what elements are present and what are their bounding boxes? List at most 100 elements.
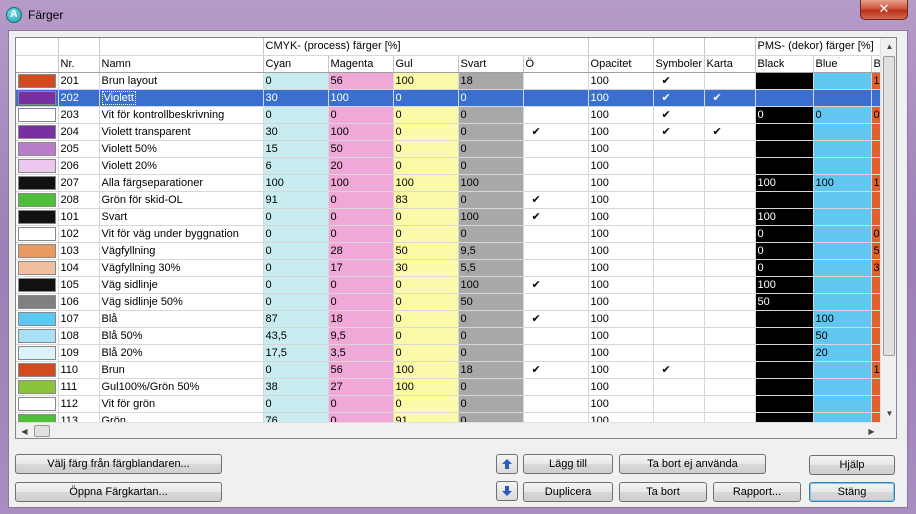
cell-m[interactable]: 3,5	[328, 344, 394, 362]
scroll-left-icon[interactable]: ◀	[16, 423, 33, 438]
cell-pb[interactable]	[755, 72, 814, 90]
cell-pb[interactable]: 100	[755, 174, 814, 192]
cell-y[interactable]: 100	[393, 72, 459, 90]
cell-pbl[interactable]	[813, 191, 872, 209]
cell-pbr[interactable]: 1	[871, 361, 880, 379]
cell-op[interactable]: 100	[588, 174, 654, 192]
cell-sym[interactable]	[653, 395, 705, 413]
cell-op[interactable]: 100	[588, 259, 654, 277]
cell-sym[interactable]	[653, 378, 705, 396]
cell-m[interactable]: 56	[328, 72, 394, 90]
table-row[interactable]: 108 Blå 50% 43,5 9,5 0 0 100 50	[16, 327, 880, 345]
cell-map[interactable]	[704, 327, 756, 345]
column-header[interactable]: Symboler	[653, 55, 705, 73]
cell-o[interactable]	[523, 378, 589, 396]
cell-pbl[interactable]	[813, 123, 872, 141]
color-swatch-cell[interactable]	[16, 106, 59, 124]
cell-y[interactable]: 83	[393, 191, 459, 209]
cell-o[interactable]	[523, 106, 589, 124]
column-header[interactable]: Black	[755, 55, 814, 73]
cell-pbr[interactable]	[871, 395, 880, 413]
cell-op[interactable]: 100	[588, 310, 654, 328]
cell-pb[interactable]: 100	[755, 208, 814, 226]
cell-name[interactable]: Grön för skid-OL	[99, 191, 264, 209]
cell-o[interactable]	[523, 412, 589, 422]
cell-name[interactable]: Blå 50%	[99, 327, 264, 345]
cell-k[interactable]: 0	[458, 378, 524, 396]
cell-nr[interactable]: 108	[58, 327, 100, 345]
cell-pb[interactable]	[755, 361, 814, 379]
cell-map[interactable]	[704, 174, 756, 192]
column-header[interactable]: B	[871, 55, 880, 73]
cell-sym[interactable]	[653, 174, 705, 192]
cell-name[interactable]: Vit för grön	[99, 395, 264, 413]
cell-nr[interactable]: 109	[58, 344, 100, 362]
cell-k[interactable]: 0	[458, 412, 524, 422]
cell-pb[interactable]: 0	[755, 259, 814, 277]
cell-nr[interactable]: 206	[58, 157, 100, 175]
cell-name[interactable]: Blå	[99, 310, 264, 328]
cell-c[interactable]: 0	[263, 293, 329, 311]
cell-sym[interactable]	[653, 293, 705, 311]
table-row[interactable]: 203 Vit för kontrollbeskrivning 0 0 0 0 100 ✔ 0 0…	[16, 106, 880, 124]
cell-pbl[interactable]	[813, 293, 872, 311]
cell-m[interactable]: 100	[328, 174, 394, 192]
cell-name[interactable]: Vägfyllning	[99, 242, 264, 260]
color-swatch-cell[interactable]	[16, 140, 59, 158]
cell-pb[interactable]: 50	[755, 293, 814, 311]
cell-o[interactable]	[523, 174, 589, 192]
cell-sym[interactable]	[653, 276, 705, 294]
cell-c[interactable]: 0	[263, 242, 329, 260]
cell-op[interactable]: 100	[588, 242, 654, 260]
table-row[interactable]: 208 Grön för skid-OL 91 0 83 0 ✔ 100	[16, 191, 880, 209]
cell-sym[interactable]	[653, 191, 705, 209]
open-color-map-button[interactable]: Öppna Färgkartan...	[15, 482, 222, 502]
cell-pbr[interactable]: 0	[871, 225, 880, 243]
cell-y[interactable]: 100	[393, 361, 459, 379]
cell-m[interactable]: 0	[328, 412, 394, 422]
color-swatch-cell[interactable]	[16, 327, 59, 345]
cell-nr[interactable]: 112	[58, 395, 100, 413]
cell-nr[interactable]: 202	[58, 89, 100, 107]
cell-pbl[interactable]	[813, 225, 872, 243]
cell-pbl[interactable]	[813, 259, 872, 277]
cell-sym[interactable]	[653, 310, 705, 328]
cell-k[interactable]: 100	[458, 276, 524, 294]
report-button[interactable]: Rapport...	[713, 482, 801, 502]
cell-m[interactable]: 56	[328, 361, 394, 379]
cell-map[interactable]	[704, 242, 756, 260]
cell-pb[interactable]	[755, 140, 814, 158]
cell-sym[interactable]: ✔	[653, 72, 705, 90]
color-swatch-cell[interactable]	[16, 310, 59, 328]
pick-from-mixer-button[interactable]: Välj färg från färgblandaren...	[15, 454, 222, 474]
cell-pbr[interactable]: 1	[871, 72, 880, 90]
cell-name[interactable]: Vägfyllning 30%	[99, 259, 264, 277]
cell-op[interactable]: 100	[588, 395, 654, 413]
cell-pbl[interactable]	[813, 208, 872, 226]
cell-map[interactable]	[704, 378, 756, 396]
cell-k[interactable]: 0	[458, 140, 524, 158]
cell-map[interactable]	[704, 310, 756, 328]
cell-c[interactable]: 0	[263, 225, 329, 243]
cell-o[interactable]	[523, 259, 589, 277]
table-row[interactable]: 111 Gul100%/Grön 50% 38 27 100 0 100	[16, 378, 880, 396]
cell-pbl[interactable]	[813, 89, 872, 107]
cell-pbl[interactable]	[813, 72, 872, 90]
cell-pbr[interactable]: 5	[871, 242, 880, 260]
cell-map[interactable]	[704, 344, 756, 362]
cell-map[interactable]	[704, 157, 756, 175]
cell-nr[interactable]: 207	[58, 174, 100, 192]
cell-pbr[interactable]	[871, 327, 880, 345]
cell-o[interactable]	[523, 242, 589, 260]
cell-pbr[interactable]	[871, 276, 880, 294]
cell-pbl[interactable]	[813, 395, 872, 413]
table-row[interactable]: 106 Väg sidlinje 50% 0 0 0 50 100 50	[16, 293, 880, 311]
horizontal-scrollbar[interactable]: ◀ ▶	[16, 422, 880, 438]
color-swatch-cell[interactable]	[16, 208, 59, 226]
cell-op[interactable]: 100	[588, 89, 654, 107]
cell-m[interactable]: 27	[328, 378, 394, 396]
cell-c[interactable]: 43,5	[263, 327, 329, 345]
cell-map[interactable]	[704, 191, 756, 209]
cell-pbr[interactable]	[871, 344, 880, 362]
cell-nr[interactable]: 104	[58, 259, 100, 277]
